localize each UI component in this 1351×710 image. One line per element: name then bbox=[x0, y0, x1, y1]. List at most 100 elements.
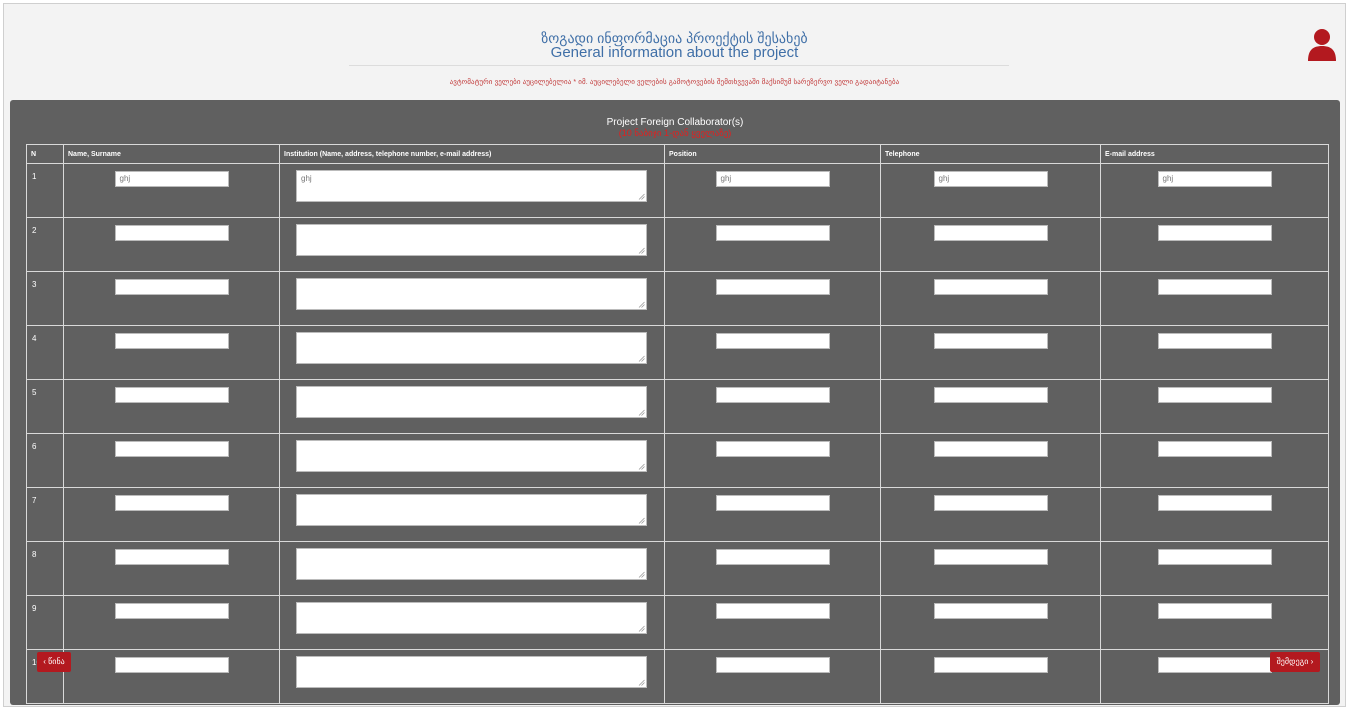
row-number: 4 bbox=[26, 325, 64, 380]
name-surname-input[interactable] bbox=[114, 603, 229, 619]
resize-grip-icon[interactable] bbox=[638, 409, 645, 416]
institution-textarea[interactable] bbox=[296, 656, 647, 688]
institution-textarea[interactable] bbox=[296, 494, 647, 526]
position-input[interactable] bbox=[715, 279, 830, 295]
position-input[interactable] bbox=[715, 657, 830, 673]
back-button[interactable]: ‹ წინა bbox=[37, 652, 71, 672]
header-divider bbox=[349, 65, 1009, 66]
institution-cell bbox=[279, 379, 665, 434]
institution-cell bbox=[279, 433, 665, 488]
telephone-input[interactable] bbox=[933, 603, 1048, 619]
email-input[interactable] bbox=[1157, 549, 1272, 565]
name-surname-input[interactable] bbox=[114, 495, 229, 511]
telephone-input[interactable] bbox=[933, 441, 1048, 457]
email-cell bbox=[1100, 271, 1329, 326]
row-number: 6 bbox=[26, 433, 64, 488]
table-row: 8 bbox=[26, 541, 1329, 596]
position-cell bbox=[664, 541, 881, 596]
resize-grip-icon[interactable] bbox=[638, 571, 645, 578]
email-input[interactable] bbox=[1157, 387, 1272, 403]
table-row: 4 bbox=[26, 325, 1329, 380]
telephone-input[interactable] bbox=[933, 333, 1048, 349]
resize-grip-icon[interactable] bbox=[638, 247, 645, 254]
institution-textarea[interactable] bbox=[296, 602, 647, 634]
column-header-position: Position bbox=[664, 144, 881, 164]
email-cell bbox=[1100, 595, 1329, 650]
resize-grip-icon[interactable] bbox=[638, 301, 645, 308]
institution-textarea[interactable] bbox=[296, 440, 647, 472]
institution-textarea[interactable] bbox=[296, 332, 647, 364]
email-input[interactable] bbox=[1157, 657, 1272, 673]
table-row: 6 bbox=[26, 433, 1329, 488]
position-input[interactable] bbox=[715, 387, 830, 403]
telephone-cell bbox=[880, 271, 1101, 326]
email-input[interactable] bbox=[1157, 603, 1272, 619]
resize-grip-icon[interactable] bbox=[638, 463, 645, 470]
table-row: 1 ghj ghj ghj ghj ghj bbox=[26, 163, 1329, 218]
resize-grip-icon[interactable] bbox=[638, 193, 645, 200]
row-number: 5 bbox=[26, 379, 64, 434]
email-input[interactable] bbox=[1157, 495, 1272, 511]
name-surname-input[interactable]: ghj bbox=[114, 171, 229, 187]
name-surname-input[interactable] bbox=[114, 441, 229, 457]
position-input[interactable] bbox=[715, 225, 830, 241]
telephone-input[interactable] bbox=[933, 279, 1048, 295]
position-cell bbox=[664, 433, 881, 488]
name-surname-input[interactable] bbox=[114, 387, 229, 403]
telephone-input[interactable] bbox=[933, 387, 1048, 403]
next-button[interactable]: შემდეგი › bbox=[1270, 652, 1320, 672]
institution-textarea[interactable] bbox=[296, 224, 647, 256]
column-header-n: N bbox=[26, 144, 64, 164]
institution-textarea[interactable] bbox=[296, 278, 647, 310]
institution-textarea[interactable]: ghj bbox=[296, 170, 647, 202]
resize-grip-icon[interactable] bbox=[638, 679, 645, 686]
email-input[interactable] bbox=[1157, 441, 1272, 457]
position-input[interactable] bbox=[715, 441, 830, 457]
resize-grip-icon[interactable] bbox=[638, 355, 645, 362]
position-input[interactable]: ghj bbox=[715, 171, 830, 187]
table-row: 2 bbox=[26, 217, 1329, 272]
page-frame: ზოგადი ინფორმაცია პროექტის შესახებ Gener… bbox=[3, 3, 1346, 707]
telephone-input[interactable] bbox=[933, 657, 1048, 673]
name-surname-input[interactable] bbox=[114, 225, 229, 241]
column-header-telephone: Telephone bbox=[880, 144, 1101, 164]
name-surname-input[interactable] bbox=[114, 333, 229, 349]
email-input[interactable] bbox=[1157, 225, 1272, 241]
telephone-cell bbox=[880, 487, 1101, 542]
telephone-input[interactable]: ghj bbox=[933, 171, 1048, 187]
email-input[interactable] bbox=[1157, 279, 1272, 295]
telephone-cell bbox=[880, 595, 1101, 650]
email-input[interactable]: ghj bbox=[1157, 171, 1272, 187]
row-number: 1 bbox=[26, 163, 64, 218]
collaborators-table: N Name, Surname Institution (Name, addre… bbox=[26, 144, 1329, 704]
telephone-cell bbox=[880, 379, 1101, 434]
telephone-input[interactable] bbox=[933, 549, 1048, 565]
position-cell bbox=[664, 217, 881, 272]
telephone-input[interactable] bbox=[933, 225, 1048, 241]
position-input[interactable] bbox=[715, 603, 830, 619]
institution-textarea[interactable] bbox=[296, 386, 647, 418]
telephone-cell bbox=[880, 649, 1101, 704]
institution-value: ghj bbox=[301, 174, 312, 183]
institution-textarea[interactable] bbox=[296, 548, 647, 580]
user-icon[interactable] bbox=[1307, 28, 1337, 62]
panel-title: Project Foreign Collaborator(s) bbox=[606, 117, 744, 128]
telephone-input[interactable] bbox=[933, 495, 1048, 511]
email-input[interactable] bbox=[1157, 333, 1272, 349]
resize-grip-icon[interactable] bbox=[638, 625, 645, 632]
email-cell bbox=[1100, 217, 1329, 272]
position-input[interactable] bbox=[715, 333, 830, 349]
position-input[interactable] bbox=[715, 549, 830, 565]
table-row: 3 bbox=[26, 271, 1329, 326]
position-cell bbox=[664, 379, 881, 434]
name-surname-input[interactable] bbox=[114, 549, 229, 565]
name-surname-input[interactable] bbox=[114, 657, 229, 673]
position-input[interactable] bbox=[715, 495, 830, 511]
name-cell bbox=[63, 379, 280, 434]
telephone-cell bbox=[880, 217, 1101, 272]
position-cell bbox=[664, 325, 881, 380]
name-surname-input[interactable] bbox=[114, 279, 229, 295]
resize-grip-icon[interactable] bbox=[638, 517, 645, 524]
table-header-row: N Name, Surname Institution (Name, addre… bbox=[26, 144, 1329, 164]
required-fields-notice: ავტომატური ველები აუცილებელია * იმ. აუცი… bbox=[449, 79, 900, 86]
